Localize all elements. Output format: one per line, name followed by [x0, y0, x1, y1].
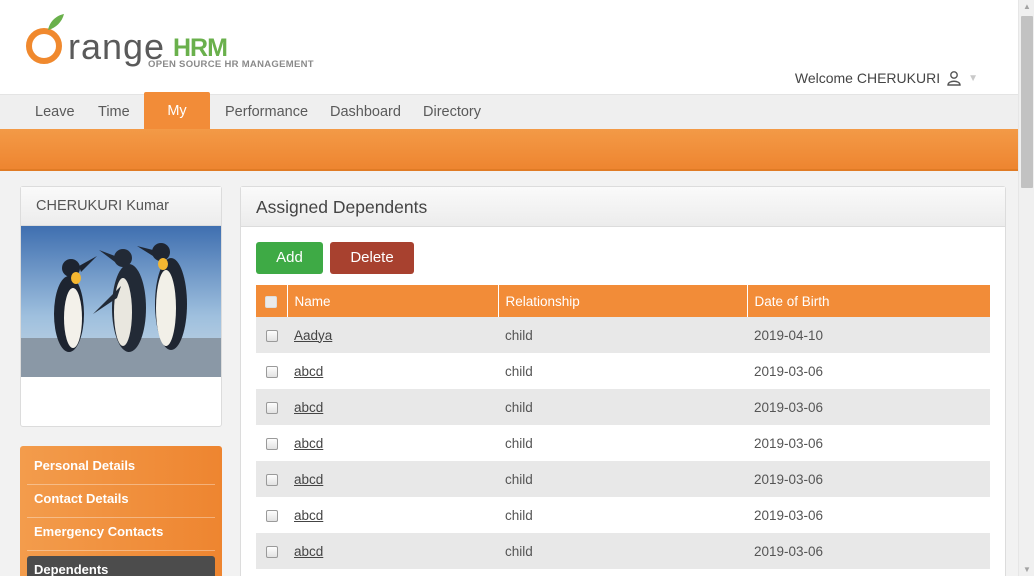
page-scrollbar[interactable]: ▲ ▼: [1018, 0, 1034, 576]
dob-cell: 2019-03-06: [747, 425, 990, 461]
chevron-down-icon: ▼: [968, 72, 978, 84]
row-checkbox-cell: [256, 389, 287, 425]
dependent-name-link[interactable]: abcd: [294, 364, 323, 379]
header: range HRM OPEN SOURCE HR MANAGEMENT Welc…: [0, 0, 1018, 94]
relationship-cell: child: [498, 497, 747, 533]
nav-performance[interactable]: Performance: [215, 95, 318, 130]
row-checkbox[interactable]: [265, 473, 278, 486]
scroll-up-icon[interactable]: ▲: [1023, 2, 1031, 11]
welcome-text: Welcome CHERUKURI: [794, 70, 941, 86]
side-item-emergency-contacts[interactable]: Emergency Contacts: [27, 518, 215, 551]
row-checkbox[interactable]: [265, 509, 278, 522]
dob-cell: 2019-03-06: [747, 497, 990, 533]
orangehrm-logo[interactable]: range HRM OPEN SOURCE HR MANAGEMENT: [24, 12, 324, 74]
table-row: Aadya child 2019-04-10: [256, 317, 990, 353]
table-row: abcd child 2019-03-06: [256, 425, 990, 461]
row-checkbox[interactable]: [265, 329, 278, 342]
dob-cell: 2019-04-10: [747, 317, 990, 353]
row-checkbox[interactable]: [265, 365, 278, 378]
relationship-cell: child: [498, 317, 747, 353]
profile-card: CHERUKURI Kumar: [20, 186, 222, 427]
dependent-name-link[interactable]: abcd: [294, 436, 323, 451]
profile-name: CHERUKURI Kumar: [21, 187, 221, 226]
table-row: abcd child 2019-03-06: [256, 461, 990, 497]
dependents-panel: Assigned Dependents Add Delete Name Rela…: [240, 186, 1006, 576]
name-cell: abcd: [287, 497, 498, 533]
column-header-name[interactable]: Name: [286, 285, 498, 317]
dependent-name-link[interactable]: abcd: [294, 508, 323, 523]
side-item-dependents[interactable]: Dependents: [27, 556, 215, 576]
relationship-cell: child: [498, 389, 747, 425]
nav-leave[interactable]: Leave: [25, 95, 85, 130]
profile-photo[interactable]: [21, 226, 221, 377]
column-header-date-of-birth[interactable]: Date of Birth: [746, 285, 990, 317]
row-checkbox-cell: [256, 497, 287, 533]
name-cell: abcd: [287, 389, 498, 425]
table-row: abcd child 2019-03-06: [256, 389, 990, 425]
table-row: abcd child 2019-03-06: [256, 353, 990, 389]
delete-button[interactable]: Delete: [330, 242, 414, 274]
row-checkbox[interactable]: [265, 545, 278, 558]
name-cell: Aadya: [287, 317, 498, 353]
nav-dashboard[interactable]: Dashboard: [320, 95, 411, 130]
select-all-checkbox[interactable]: [265, 295, 278, 308]
row-checkbox-cell: [256, 461, 287, 497]
side-item-contact-details[interactable]: Contact Details: [27, 485, 215, 518]
dob-cell: 2019-03-06: [747, 533, 990, 569]
row-checkbox-cell: [256, 317, 287, 353]
table-header-row: Name Relationship Date of Birth: [256, 285, 990, 317]
dob-cell: 2019-03-06: [747, 461, 990, 497]
logo-tagline: OPEN SOURCE HR MANAGEMENT: [148, 59, 314, 70]
name-cell: abcd: [287, 425, 498, 461]
main-nav: Leave Time My Info Performance Dashboard…: [0, 92, 1018, 157]
relationship-cell: child: [498, 461, 747, 497]
name-cell: abcd: [287, 353, 498, 389]
welcome-menu[interactable]: Welcome CHERUKURI ▼: [795, 70, 978, 86]
table-row: abcd child 2019-03-06: [256, 533, 990, 569]
row-checkbox[interactable]: [265, 437, 278, 450]
nav-time[interactable]: Time: [88, 95, 140, 130]
nav-directory[interactable]: Directory: [413, 95, 491, 130]
dependent-name-link[interactable]: Aadya: [294, 328, 332, 343]
column-header-relationship[interactable]: Relationship: [497, 285, 747, 317]
nav-my-info[interactable]: My Info: [144, 92, 210, 157]
relationship-cell: child: [498, 353, 747, 389]
user-icon: [947, 71, 961, 86]
row-checkbox[interactable]: [265, 401, 278, 414]
dob-cell: 2019-03-06: [747, 389, 990, 425]
row-checkbox-cell: [256, 353, 287, 389]
side-item-personal-details[interactable]: Personal Details: [27, 452, 215, 485]
select-all-cell: [256, 285, 287, 317]
orange-logo-icon: [26, 14, 64, 64]
relationship-cell: child: [498, 533, 747, 569]
add-button[interactable]: Add: [256, 242, 323, 274]
row-checkbox-cell: [256, 425, 287, 461]
dependent-name-link[interactable]: abcd: [294, 472, 323, 487]
row-checkbox-cell: [256, 533, 287, 569]
sub-nav-bar: [0, 129, 1018, 171]
name-cell: abcd: [287, 461, 498, 497]
side-menu: Personal Details Contact Details Emergen…: [20, 446, 222, 576]
table-row: abcd child 2019-03-06: [256, 497, 990, 533]
dependent-name-link[interactable]: abcd: [294, 400, 323, 415]
relationship-cell: child: [498, 425, 747, 461]
scroll-thumb[interactable]: [1021, 16, 1033, 188]
name-cell: abcd: [287, 533, 498, 569]
dependents-table: Name Relationship Date of Birth Aadya ch…: [256, 285, 990, 569]
panel-title: Assigned Dependents: [241, 187, 1005, 227]
scroll-down-icon[interactable]: ▼: [1023, 565, 1031, 574]
dob-cell: 2019-03-06: [747, 353, 990, 389]
dependent-name-link[interactable]: abcd: [294, 544, 323, 559]
